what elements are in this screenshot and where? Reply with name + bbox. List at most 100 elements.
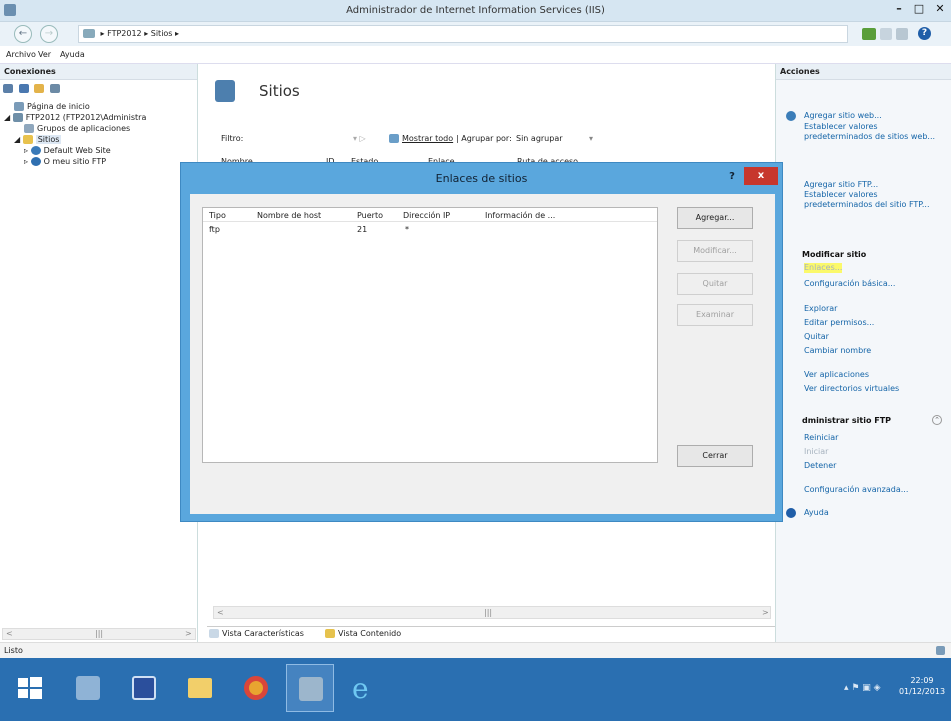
filter-label: Filtro:	[221, 134, 244, 143]
web-site-icon	[30, 146, 41, 155]
window-title: Administrador de Internet Information Se…	[346, 5, 605, 16]
features-view-icon	[209, 629, 219, 638]
breadcrumb-sites[interactable]: Sitios	[151, 29, 173, 38]
home-icon[interactable]	[896, 28, 908, 40]
group-by-label: | Agrupar por:	[456, 134, 512, 143]
column-binding-info[interactable]: Información de ...	[485, 211, 555, 220]
bindings-list[interactable]: Tipo Nombre de host Puerto Dirección IP …	[202, 207, 658, 463]
stop-icon[interactable]	[880, 28, 892, 40]
tree-item-sites[interactable]: ◢ Sitios	[14, 135, 62, 144]
clock[interactable]: 22:09 01/12/2013	[898, 675, 946, 697]
sites-icon	[215, 80, 235, 102]
view-tabs: Vista Características Vista Contenido	[207, 626, 777, 640]
action-add-web-site[interactable]: Agregar sitio web...	[804, 111, 882, 121]
iis-manager-icon[interactable]	[286, 664, 334, 712]
server-icon	[12, 113, 23, 122]
minimize-button[interactable]: –	[888, 0, 910, 18]
action-ftp-site-defaults[interactable]: Establecer valores predeterminados del s…	[804, 190, 944, 210]
connections-hscrollbar[interactable]: < ||| >	[2, 628, 196, 640]
powershell-icon[interactable]	[120, 664, 168, 712]
tab-features-view[interactable]: Vista Características	[209, 629, 304, 638]
clock-date: 01/12/2013	[898, 687, 946, 696]
tree-item-home[interactable]: Página de inicio	[14, 102, 90, 111]
row-ip-address: *	[405, 225, 409, 234]
row-port: 21	[357, 225, 368, 234]
connections-pane: Conexiones Página de inicio ◢ FTP2012 (F…	[0, 64, 198, 642]
action-basic-settings[interactable]: Configuración básica...	[804, 279, 895, 289]
manage-ftp-site-header: dministrar sitio FTP	[802, 416, 892, 425]
refresh-icon[interactable]	[862, 28, 876, 40]
server-manager-icon[interactable]	[64, 664, 112, 712]
address-field[interactable]: ▸ FTP2012 ▸ Sitios ▸	[78, 25, 848, 43]
table-row[interactable]: ftp 21 *	[203, 223, 657, 235]
start-button[interactable]	[8, 664, 56, 712]
collapse-icon[interactable]: ⌃	[932, 415, 942, 425]
breadcrumb-server[interactable]: FTP2012	[107, 29, 142, 38]
action-advanced-settings[interactable]: Configuración avanzada...	[804, 485, 908, 495]
disconnect-icon[interactable]	[49, 84, 60, 93]
tab-content-view[interactable]: Vista Contenido	[325, 629, 401, 638]
close-button[interactable]: ✕	[929, 0, 951, 18]
save-icon[interactable]	[18, 84, 29, 93]
dialog-body: Tipo Nombre de host Puerto Dirección IP …	[190, 194, 775, 514]
action-view-applications[interactable]: Ver aplicaciones	[804, 370, 869, 380]
tree-item-default-web-site[interactable]: ▹ Default Web Site	[24, 146, 111, 155]
content-view-icon	[325, 629, 335, 638]
tree-item-app-pools[interactable]: Grupos de aplicaciones	[24, 124, 130, 133]
menu-view[interactable]: Ver	[38, 50, 51, 59]
filter-input[interactable]	[271, 132, 351, 145]
tree-item-ftp-site[interactable]: ▹ O meu sitio FTP	[24, 157, 106, 166]
action-help[interactable]: Ayuda	[804, 508, 829, 518]
up-icon[interactable]	[34, 84, 45, 93]
remove-button[interactable]: Quitar	[677, 273, 753, 295]
action-web-site-defaults[interactable]: Establecer valores predeterminados de si…	[804, 122, 944, 142]
column-type[interactable]: Tipo	[209, 211, 226, 220]
tree-item-server[interactable]: ◢ FTP2012 (FTP2012\Administra	[4, 113, 146, 122]
action-rename[interactable]: Cambiar nombre	[804, 346, 871, 356]
group-by-select[interactable]: Sin agrupar	[516, 134, 563, 143]
dialog-help-button[interactable]: ?	[721, 169, 743, 185]
clock-time: 22:09	[910, 676, 934, 685]
chrome-icon[interactable]	[232, 664, 280, 712]
action-explore[interactable]: Explorar	[804, 304, 837, 314]
dialog-close-button[interactable]: x	[744, 167, 778, 185]
close-dialog-button[interactable]: Cerrar	[677, 445, 753, 467]
menu-help[interactable]: Ayuda	[60, 50, 85, 59]
forward-button[interactable]: →	[40, 25, 58, 43]
action-restart[interactable]: Reiniciar	[804, 433, 838, 443]
back-button[interactable]: ←	[14, 25, 32, 43]
maximize-button[interactable]: □	[908, 0, 930, 18]
group-by-chevron-icon[interactable]: ▾	[589, 134, 593, 143]
show-all-icon	[389, 134, 399, 143]
action-add-ftp-site[interactable]: Agregar sitio FTP...	[804, 180, 878, 190]
show-all-button[interactable]: Mostrar todo	[389, 134, 453, 143]
action-start[interactable]: Iniciar	[804, 447, 828, 457]
connect-icon[interactable]	[3, 84, 13, 93]
menu-file[interactable]: Archivo	[6, 50, 36, 59]
bindings-list-header: Tipo Nombre de host Puerto Dirección IP …	[203, 208, 657, 222]
internet-explorer-icon[interactable]: e	[342, 664, 390, 712]
menu-bar: Archivo Ver Ayuda	[0, 46, 951, 64]
app-pool-icon	[24, 124, 34, 133]
edit-button[interactable]: Modificar...	[677, 240, 753, 262]
go-icon[interactable]: ▾ ▷	[353, 134, 366, 143]
server-icon	[83, 29, 95, 38]
action-stop[interactable]: Detener	[804, 461, 836, 471]
site-bindings-dialog: Enlaces de sitios ? x Tipo Nombre de hos…	[180, 162, 783, 522]
column-host-name[interactable]: Nombre de host	[257, 211, 321, 220]
browse-button[interactable]: Examinar	[677, 304, 753, 326]
ftp-site-icon	[30, 157, 41, 166]
action-bindings[interactable]: Enlaces...	[804, 263, 843, 273]
add-button[interactable]: Agregar...	[677, 207, 753, 229]
tray-icons: ▴ ⚑ ▣ ◈	[844, 683, 881, 693]
action-edit-permissions[interactable]: Editar permisos...	[804, 318, 874, 328]
help-icon[interactable]: ?	[918, 27, 931, 40]
status-text: Listo	[4, 646, 23, 655]
action-view-virtual-directories[interactable]: Ver directorios virtuales	[804, 384, 899, 394]
sites-table-hscrollbar[interactable]: < ||| >	[213, 606, 771, 619]
column-ip-address[interactable]: Dirección IP	[403, 211, 450, 220]
file-explorer-icon[interactable]	[176, 664, 224, 712]
column-port[interactable]: Puerto	[357, 211, 383, 220]
dialog-title: Enlaces de sitios	[435, 172, 528, 185]
action-remove[interactable]: Quitar	[804, 332, 829, 342]
